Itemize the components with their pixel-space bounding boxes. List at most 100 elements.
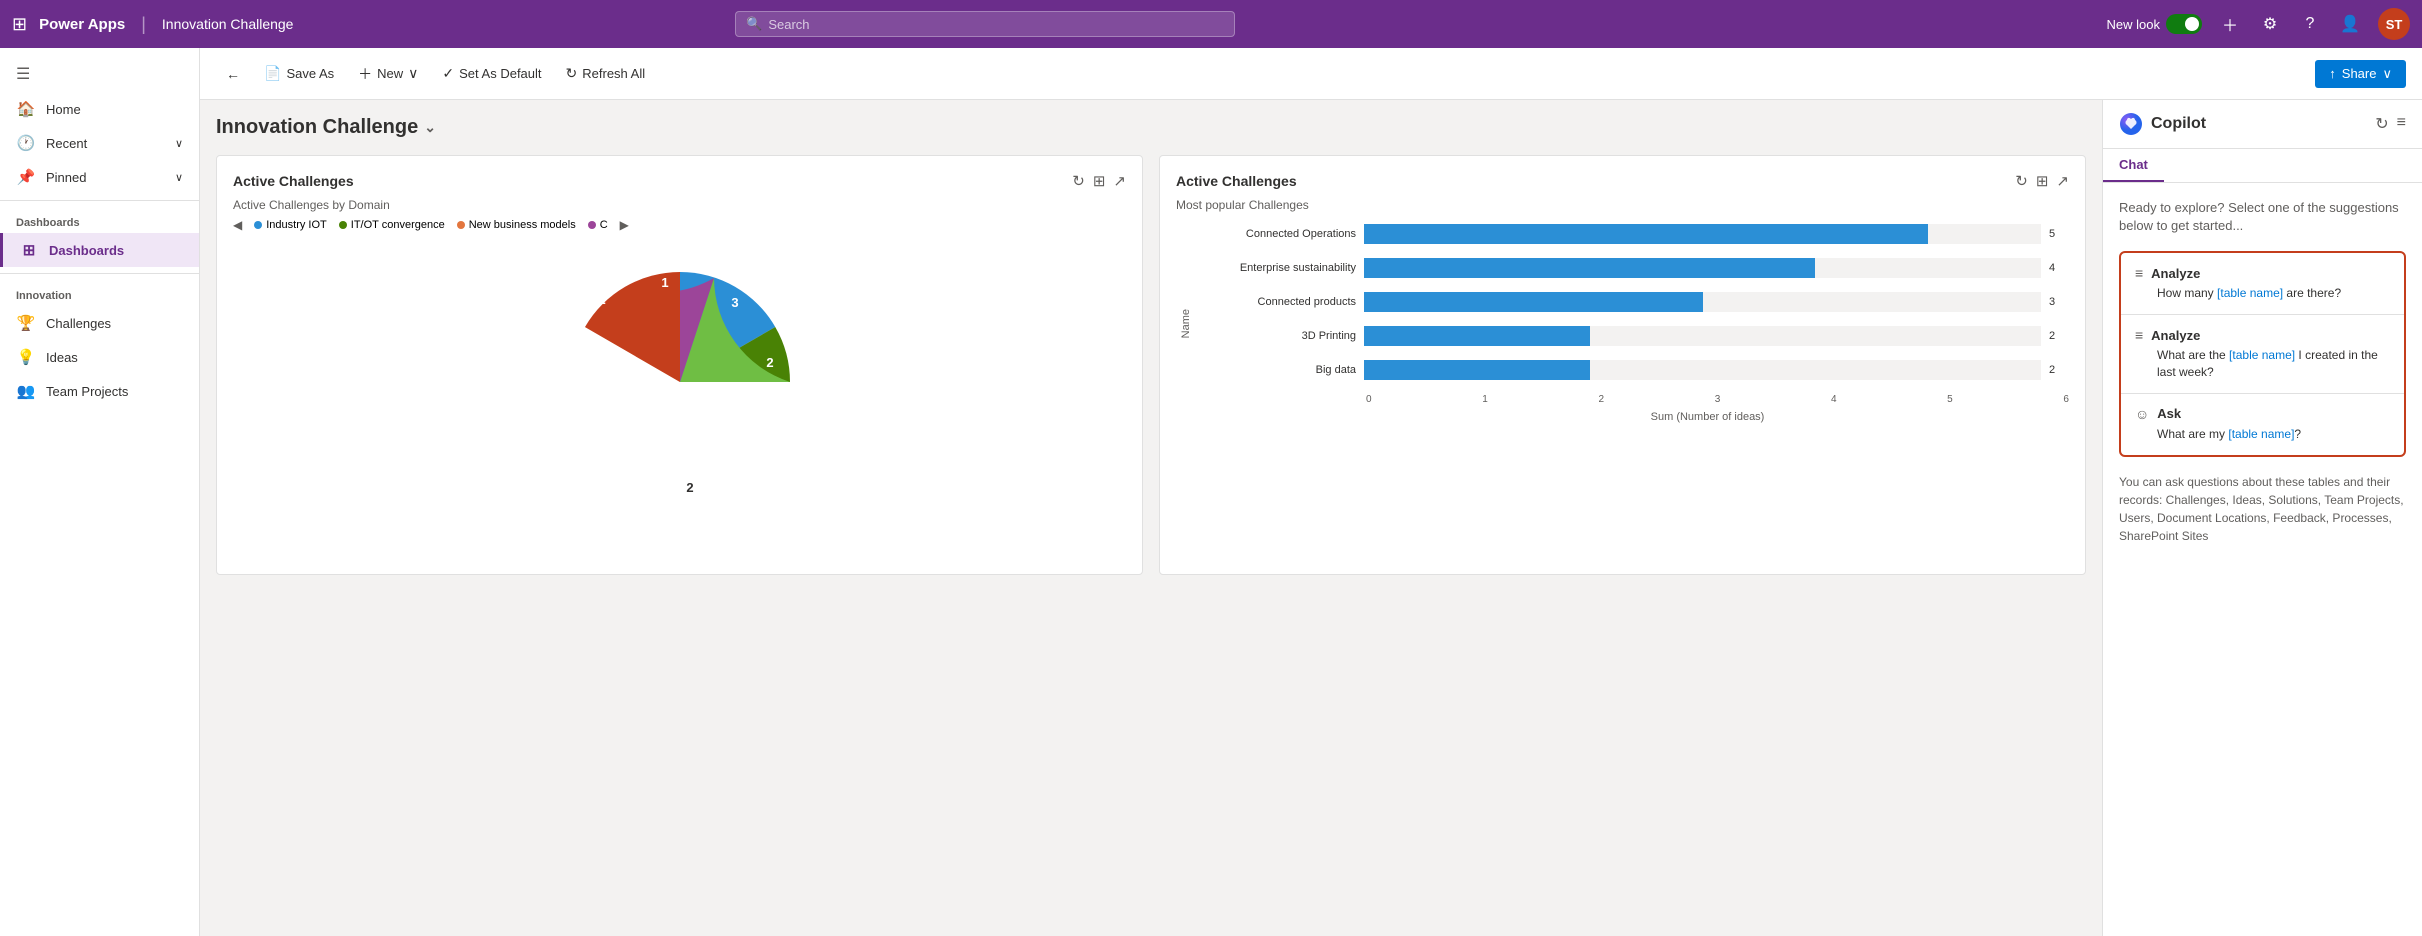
legend-dot-2 [339, 221, 347, 229]
suggestion-2[interactable]: ≡ Analyze What are the [table name] I cr… [2121, 315, 2404, 394]
new-chevron-icon: ∨ [408, 65, 418, 82]
pie-refresh-icon[interactable]: ↻ [1072, 172, 1085, 190]
waffle-icon[interactable]: ⊞ [12, 14, 27, 35]
suggestion-2-title: Analyze [2151, 328, 2200, 343]
copilot-intro: Ready to explore? Select one of the sugg… [2119, 199, 2406, 235]
dashboard-title-text: Innovation Challenge [216, 116, 418, 139]
plus-icon[interactable]: ＋ [2218, 12, 2242, 36]
suggestion-2-link[interactable]: [table name] [2229, 348, 2295, 362]
suggestion-1-header: ≡ Analyze [2135, 265, 2390, 281]
sidebar-team-projects-label: Team Projects [46, 384, 128, 399]
bar-value-4: 2 [2049, 364, 2069, 376]
new-look-label: New look [2107, 17, 2160, 32]
suggestion-3[interactable]: ☺ Ask What are my [table name]? [2121, 394, 2404, 455]
recent-icon: 🕐 [16, 134, 36, 152]
sidebar-item-home[interactable]: 🏠 Home [0, 92, 199, 126]
copilot-refresh-icon[interactable]: ↻ [2375, 114, 2388, 134]
copilot-logo [2119, 112, 2143, 136]
search-input[interactable] [768, 17, 1224, 32]
bar-fill-3 [1364, 326, 1590, 346]
bar-chart-subtitle: Most popular Challenges [1176, 198, 2069, 212]
bar-track-2 [1364, 292, 2041, 312]
tab-chat[interactable]: Chat [2103, 149, 2164, 182]
bar-chart-title: Active Challenges [1176, 173, 1297, 189]
suggestion-1-link[interactable]: [table name] [2217, 286, 2283, 300]
suggestion-1[interactable]: ≡ Analyze How many [table name] are ther… [2121, 253, 2404, 315]
bar-fullscreen-icon[interactable]: ↗ [2056, 172, 2069, 190]
checkmark-icon: ✓ [442, 65, 454, 82]
pie-label-2c: 2 [686, 480, 693, 495]
bar-refresh-icon[interactable]: ↻ [2015, 172, 2028, 190]
save-as-icon: 📄 [264, 65, 281, 82]
new-button[interactable]: ＋ New ∨ [348, 58, 428, 90]
pie-label-2: 2 [766, 355, 773, 370]
pie-chart-subtitle: Active Challenges by Domain [233, 198, 1126, 212]
hamburger-icon: ☰ [16, 66, 30, 83]
sidebar-collapse-btn[interactable]: ☰ [0, 56, 199, 92]
save-as-button[interactable]: 📄 Save As [254, 59, 344, 88]
set-as-default-label: Set As Default [459, 66, 541, 81]
sidebar-item-ideas[interactable]: 💡 Ideas [0, 340, 199, 374]
sidebar-item-recent[interactable]: 🕐 Recent ∨ [0, 126, 199, 160]
back-button[interactable]: ← [216, 60, 250, 88]
pie-legend: ◀ Industry IOT IT/OT convergence [233, 218, 1126, 232]
copilot-settings-icon[interactable]: ≡ [2397, 114, 2406, 134]
home-icon: 🏠 [16, 100, 36, 118]
new-look-switch[interactable] [2166, 14, 2202, 34]
toolbar: ← 📄 Save As ＋ New ∨ ✓ Set As Default ↻ R… [200, 48, 2422, 100]
pie-chart-header: Active Challenges ↻ ⊞ ↗ [233, 172, 1126, 190]
pie-expand-icon[interactable]: ⊞ [1093, 172, 1106, 190]
suggestion-3-header: ☺ Ask [2135, 406, 2390, 422]
main-content: ← 📄 Save As ＋ New ∨ ✓ Set As Default ↻ R… [200, 48, 2422, 936]
sidebar-item-team-projects[interactable]: 👥 Team Projects [0, 374, 199, 408]
refresh-all-button[interactable]: ↻ Refresh All [556, 59, 656, 88]
search-box[interactable]: 🔍 [735, 11, 1235, 37]
suggestion-2-icon: ≡ [2135, 327, 2143, 343]
legend-dot-1 [254, 221, 262, 229]
sidebar-item-dashboards[interactable]: ⊞ Dashboards [0, 233, 199, 267]
app-layout: ☰ 🏠 Home 🕐 Recent ∨ 📌 Pinned ∨ Dashboard… [0, 48, 2422, 936]
legend-label-1: Industry IOT [266, 219, 327, 231]
charts-row: Active Challenges ↻ ⊞ ↗ Active Challenge… [216, 155, 2086, 575]
account-icon[interactable]: 👤 [2338, 14, 2362, 34]
y-axis-label: Name [1180, 309, 1192, 338]
pie-chart-icons: ↻ ⊞ ↗ [1072, 172, 1126, 190]
avatar[interactable]: ST [2378, 8, 2410, 40]
new-look-toggle[interactable]: New look [2107, 14, 2202, 34]
legend-prev-icon[interactable]: ◀ [233, 218, 242, 232]
back-icon: ← [226, 66, 240, 82]
bar-track-1 [1364, 258, 2041, 278]
legend-next-icon[interactable]: ▶ [620, 218, 629, 232]
bar-fill-2 [1364, 292, 1703, 312]
pie-fullscreen-icon[interactable]: ↗ [1113, 172, 1126, 190]
pie-label-3: 3 [731, 295, 738, 310]
dashboard-main: Innovation Challenge ⌄ Active Challenges… [200, 100, 2102, 936]
bar-fill-4 [1364, 360, 1590, 380]
x-axis-ticks: 0 1 2 3 4 5 6 [1196, 394, 2069, 405]
bar-row-3: 3D Printing 2 [1196, 326, 2069, 346]
bar-value-2: 3 [2049, 296, 2069, 308]
settings-icon[interactable]: ⚙ [2258, 14, 2282, 34]
set-as-default-button[interactable]: ✓ Set As Default [432, 59, 551, 88]
suggestion-1-title: Analyze [2151, 266, 2200, 281]
pie-label-2b: 2 [756, 400, 763, 415]
pinned-icon: 📌 [16, 168, 36, 186]
copilot-footer: You can ask questions about these tables… [2119, 473, 2406, 545]
suggestion-3-link[interactable]: [table name] [2228, 427, 2294, 441]
legend-item-4: C [588, 219, 608, 231]
help-icon[interactable]: ? [2298, 15, 2322, 33]
copilot-title-text: Copilot [2151, 115, 2206, 133]
dashboard-title-chevron[interactable]: ⌄ [424, 119, 436, 136]
legend-label-2: IT/OT convergence [351, 219, 445, 231]
search-icon: 🔍 [746, 16, 762, 32]
sidebar-item-pinned[interactable]: 📌 Pinned ∨ [0, 160, 199, 194]
bar-track-0 [1364, 224, 2041, 244]
copilot-panel: Copilot ↻ ≡ Chat Ready to explore? Selec… [2102, 100, 2422, 936]
sidebar-item-challenges[interactable]: 🏆 Challenges [0, 306, 199, 340]
legend-item-3: New business models [457, 219, 576, 231]
share-button[interactable]: ↑ Share ∨ [2315, 60, 2406, 88]
bar-expand-icon[interactable]: ⊞ [2036, 172, 2049, 190]
suggestion-3-icon: ☺ [2135, 406, 2149, 422]
ideas-icon: 💡 [16, 348, 36, 366]
suggestion-1-icon: ≡ [2135, 265, 2143, 281]
